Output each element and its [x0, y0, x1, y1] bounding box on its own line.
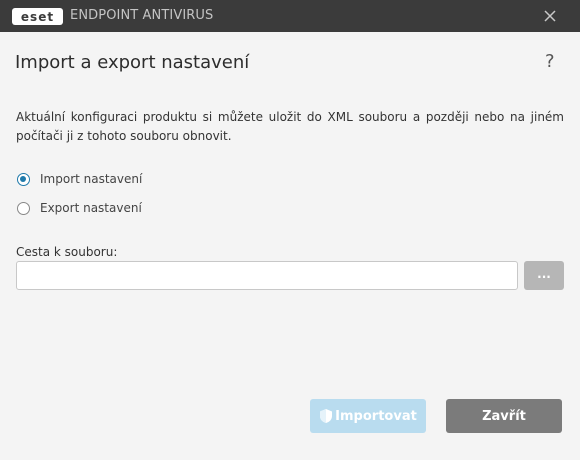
import-button[interactable]: Importovat — [310, 399, 426, 433]
page-title: Import a export nastavení — [15, 52, 250, 73]
browse-button[interactable]: ... — [524, 261, 564, 290]
radio-import-settings[interactable]: Import nastavení — [17, 172, 142, 186]
radio-export-settings[interactable]: Export nastavení — [17, 201, 142, 215]
logo-text: eset — [21, 10, 54, 24]
file-path-input[interactable] — [16, 261, 518, 290]
window-titlebar: eset ENDPOINT ANTIVIRUS — [0, 0, 580, 32]
radio-import-label: Import nastavení — [40, 172, 143, 186]
close-icon[interactable] — [540, 6, 560, 26]
import-button-label: Importovat — [335, 408, 417, 424]
radio-export-label: Export nastavení — [40, 201, 142, 215]
radio-export-indicator[interactable] — [17, 201, 30, 215]
close-button[interactable]: Zavřít — [446, 399, 562, 433]
shield-icon — [319, 408, 333, 424]
eset-logo: eset — [12, 8, 63, 25]
description-text: Aktuální konfiguraci produktu si můžete … — [16, 110, 564, 143]
help-button[interactable]: ? — [545, 51, 555, 72]
file-path-label: Cesta k souboru: — [16, 245, 118, 259]
app-title: ENDPOINT ANTIVIRUS — [70, 8, 214, 23]
radio-import-indicator[interactable] — [17, 172, 30, 186]
